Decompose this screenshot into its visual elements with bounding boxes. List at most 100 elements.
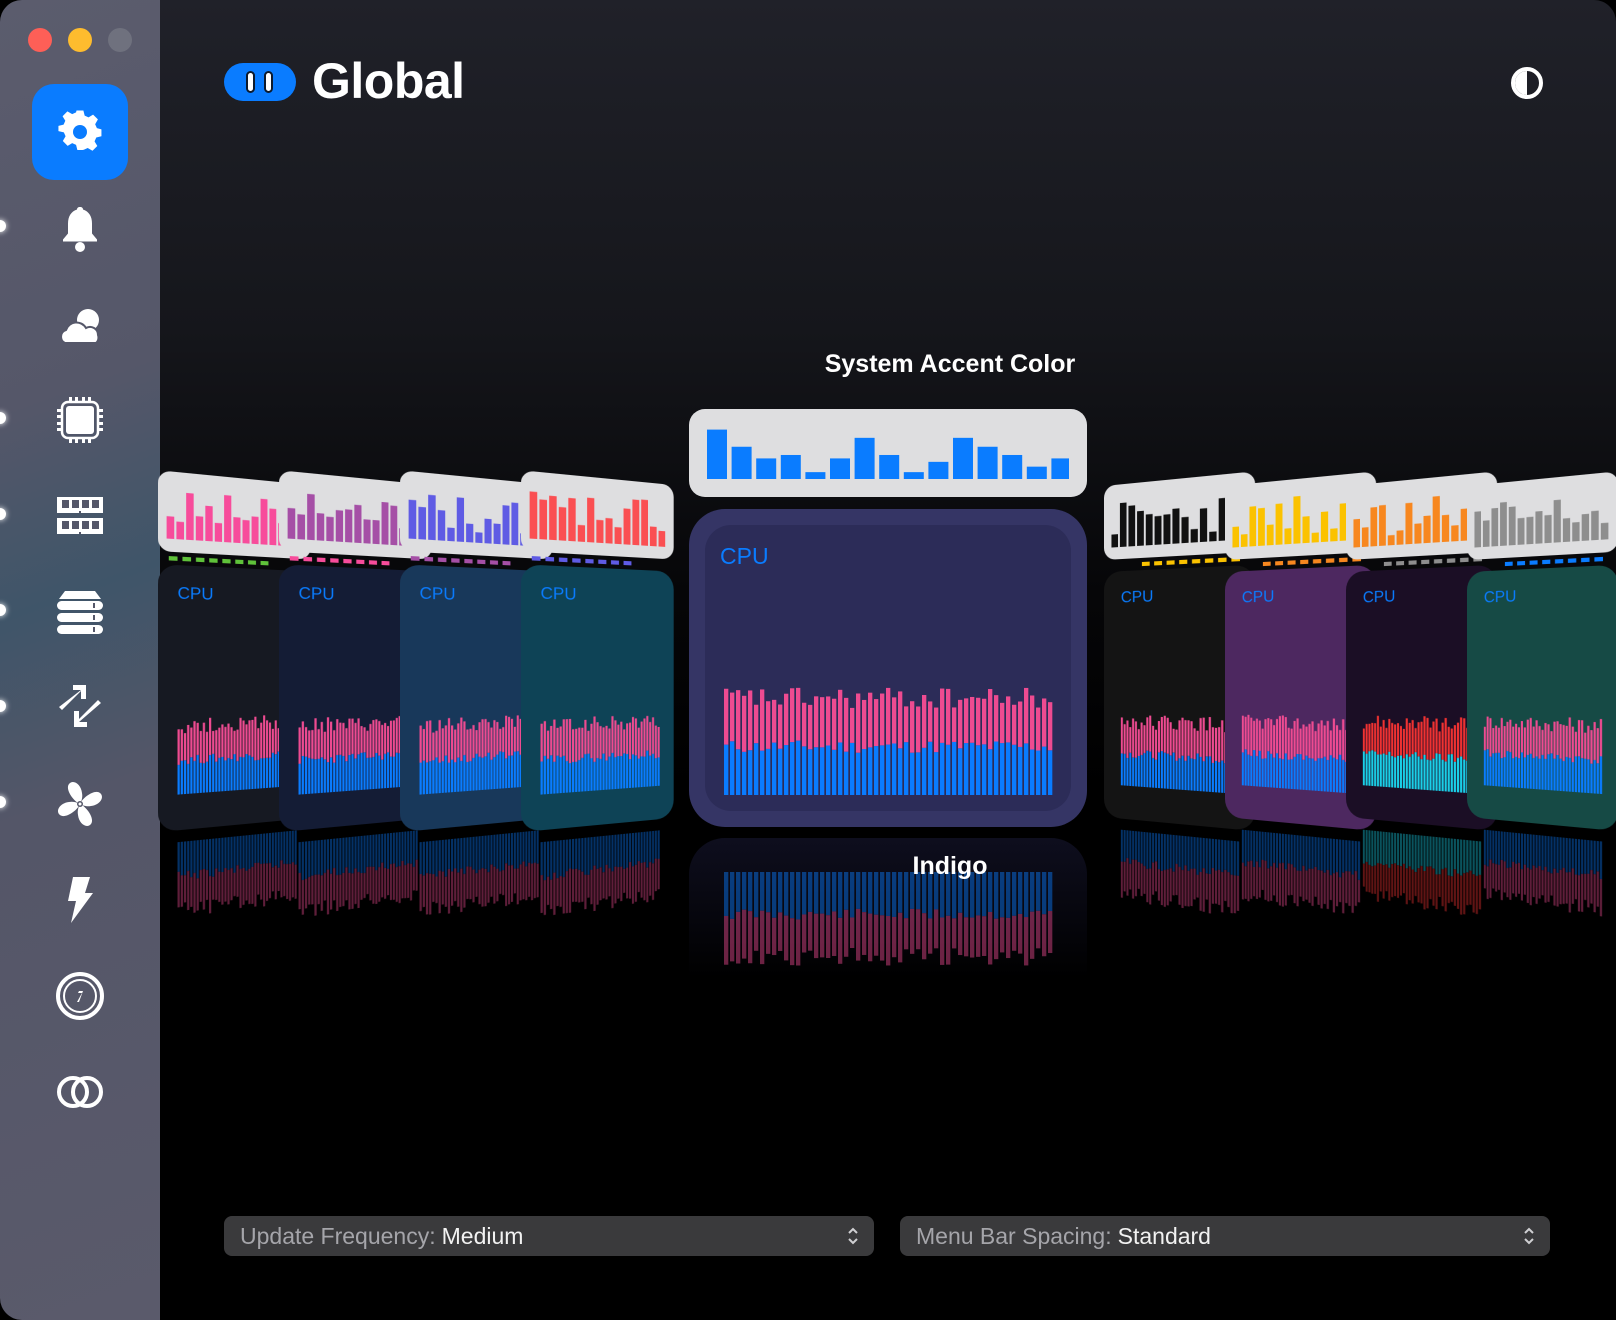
update-frequency-select[interactable]: Update Frequency: Medium xyxy=(224,1216,874,1256)
user-load-bar xyxy=(429,720,432,762)
zoom-button[interactable] xyxy=(108,28,132,52)
user-load-bar xyxy=(1426,866,1429,909)
theme-card-gray[interactable]: CPU xyxy=(1467,464,1616,917)
sidebar-item-time[interactable] xyxy=(32,948,128,1044)
user-load-bar xyxy=(404,865,407,899)
user-load-bar xyxy=(620,866,623,902)
system-load-bar xyxy=(1432,758,1435,791)
user-load-bar xyxy=(190,727,193,758)
sidebar-item-combined[interactable] xyxy=(32,1044,128,1140)
user-load-bar xyxy=(1459,875,1463,915)
menubar-bar xyxy=(707,429,727,479)
system-load-bar xyxy=(590,758,593,791)
user-load-bar xyxy=(1556,721,1559,756)
system-load-bar xyxy=(1463,839,1466,874)
user-load-bar xyxy=(1255,861,1258,900)
user-load-bar xyxy=(320,875,323,911)
sidebar-item-general[interactable] xyxy=(32,84,128,180)
user-load-bar xyxy=(323,872,327,901)
user-load-bar xyxy=(565,719,569,762)
sidebar-item-disk[interactable] xyxy=(32,564,128,660)
sidebar-item-network[interactable] xyxy=(32,660,128,756)
system-load-bar xyxy=(193,760,196,794)
user-load-bar xyxy=(233,730,236,755)
user-load-bar xyxy=(559,876,562,907)
user-load-bar xyxy=(1308,868,1311,903)
menubar-bar xyxy=(587,497,595,543)
cpu-label: CPU xyxy=(540,584,577,605)
system-load-bar xyxy=(230,759,233,791)
system-load-bar xyxy=(1453,761,1457,793)
menubar-bar xyxy=(1370,507,1378,547)
system-load-bar xyxy=(205,761,209,793)
system-load-bar xyxy=(389,756,393,788)
system-load-bar xyxy=(1376,754,1379,787)
system-load-bar xyxy=(372,756,375,790)
user-load-bar xyxy=(1247,861,1250,902)
user-load-bar xyxy=(1024,917,1029,966)
user-load-bar xyxy=(1012,704,1017,745)
system-load-bar xyxy=(395,832,398,868)
user-load-bar xyxy=(1438,731,1441,754)
system-load-bar xyxy=(1417,756,1420,790)
system-load-bar xyxy=(1515,832,1518,864)
system-load-bar xyxy=(1196,837,1199,875)
menubar-bar xyxy=(1145,513,1153,546)
system-load-bar xyxy=(1217,839,1221,870)
user-load-bar xyxy=(1382,719,1385,754)
system-load-bar xyxy=(1420,759,1423,790)
user-load-bar xyxy=(389,863,393,901)
menubar-bar xyxy=(1002,454,1023,479)
system-load-bar xyxy=(1526,833,1529,868)
user-load-bar xyxy=(1329,730,1332,756)
system-load-bar xyxy=(550,755,553,794)
minimize-button[interactable] xyxy=(68,28,92,52)
system-load-bar xyxy=(1547,754,1550,791)
system-load-bar xyxy=(304,841,308,879)
system-load-bar xyxy=(392,832,395,864)
user-load-bar xyxy=(429,873,432,915)
close-button[interactable] xyxy=(28,28,52,52)
user-load-bar xyxy=(1169,722,1172,756)
sidebar-item-weather[interactable] xyxy=(32,276,128,372)
sidebar-item-cpu[interactable] xyxy=(32,372,128,468)
arrows-up-down-icon xyxy=(59,685,101,727)
system-load-bar xyxy=(348,837,351,874)
system-load-bar xyxy=(940,742,945,795)
user-load-bar xyxy=(366,730,369,758)
user-load-bar xyxy=(994,695,999,742)
system-load-bar xyxy=(1362,751,1365,786)
system-load-bar xyxy=(333,838,336,869)
system-load-bar xyxy=(336,838,339,876)
system-load-bar xyxy=(419,841,422,875)
user-load-bar xyxy=(291,862,294,898)
theme-card-selected[interactable]: CPU xyxy=(689,509,1087,827)
user-load-bar xyxy=(1236,875,1240,912)
enable-toggle[interactable] xyxy=(224,63,296,101)
menubar-preview[interactable] xyxy=(689,409,1087,497)
user-load-bar xyxy=(457,723,460,758)
user-load-bar xyxy=(1221,720,1224,761)
half-circle-icon[interactable] xyxy=(1510,66,1544,100)
system-load-bar xyxy=(351,836,354,874)
system-load-bar xyxy=(1399,755,1402,789)
menubar-color-label: System Accent Color xyxy=(824,350,1076,378)
user-load-bar xyxy=(469,728,472,762)
system-load-bar xyxy=(1441,837,1444,870)
theme-card-red[interactable]: CPU xyxy=(520,464,683,916)
system-load-bar xyxy=(1202,761,1205,792)
system-load-bar xyxy=(1444,837,1447,869)
menubar-bar xyxy=(879,454,900,479)
menu-bar-spacing-select[interactable]: Menu Bar Spacing: Standard xyxy=(900,1216,1550,1256)
user-load-bar xyxy=(760,689,765,751)
sidebar-item-notifications[interactable] xyxy=(32,180,128,276)
sidebar-item-sensors[interactable] xyxy=(32,756,128,852)
user-load-bar xyxy=(1281,862,1284,907)
user-load-bar xyxy=(643,861,646,901)
user-load-bar xyxy=(1526,719,1529,755)
user-load-bar xyxy=(1181,717,1184,756)
sidebar-item-memory[interactable] xyxy=(32,468,128,564)
sidebar-item-battery[interactable] xyxy=(32,852,128,948)
system-load-bar xyxy=(1450,838,1453,877)
user-load-bar xyxy=(330,873,333,910)
